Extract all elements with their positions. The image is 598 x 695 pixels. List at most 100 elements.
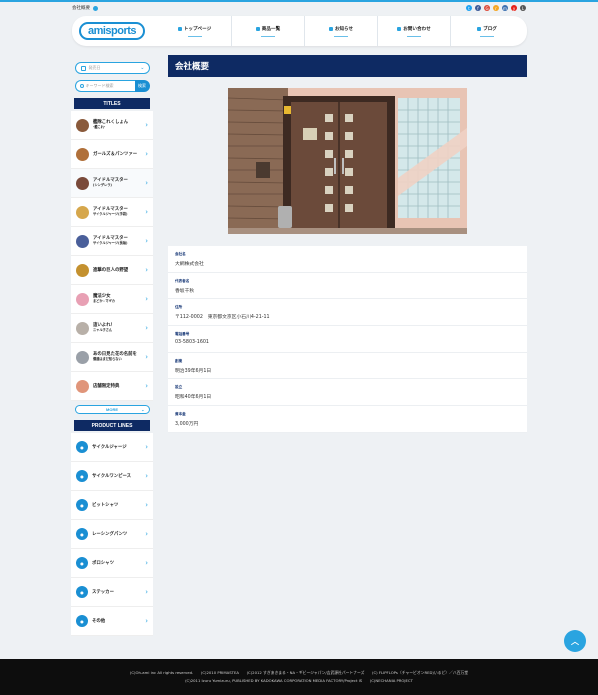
title-text: あの日見た花の名前を 僕達はまだ知らない	[93, 352, 143, 362]
info-row: 創業明治39年6月1日	[168, 353, 527, 380]
titles-heading: TITLES	[74, 98, 150, 109]
page-title: 会社概要	[168, 55, 527, 77]
main-content: 会社概要 会社名 大網株式会社 代表者名 香坂千秋 住所 〒112-0002 東…	[168, 55, 527, 433]
sidebar-title-item[interactable]: 魔法少女 まどか☆マギカ ›	[71, 285, 153, 314]
nav-item[interactable]: 商品一覧	[231, 16, 304, 46]
more-label: MORE	[106, 407, 118, 412]
nav-item[interactable]: お問い合わせ	[377, 16, 450, 46]
nav-item-label: トップページ	[183, 26, 212, 32]
chevron-right-icon: ›	[145, 353, 148, 361]
nav-item-label-wrap: お問い合わせ	[397, 26, 431, 32]
title-sub: まどか☆マギカ	[93, 299, 115, 303]
calendar-icon	[80, 65, 86, 71]
mixi-icon[interactable]: m	[502, 5, 508, 11]
google-plus-icon[interactable]: G	[484, 5, 490, 11]
chevron-right-icon: ›	[145, 324, 148, 332]
sidebar-title-item[interactable]: ガールズ＆パンツァー ›	[71, 140, 153, 169]
info-icon	[328, 26, 333, 31]
site-footer: (C)Oh-ami inc All rights reserved. (C)20…	[0, 659, 598, 695]
onepiece-icon: ●	[76, 470, 88, 482]
title-sub: 僕達はまだ知らない	[93, 357, 122, 361]
product-line-label: サイクルワンピース	[92, 473, 132, 479]
info-value: 昭和40年6月1日	[175, 395, 212, 401]
chevron-right-icon: ›	[145, 150, 148, 158]
info-value: 大網株式会社	[175, 262, 204, 267]
chevron-right-icon: ›	[145, 121, 148, 129]
info-label: 創業	[175, 358, 183, 363]
sidebar-title-item[interactable]: あの日見た花の名前を 僕達はまだ知らない ›	[71, 343, 153, 372]
breadcrumb-current: 会社概要	[72, 6, 90, 11]
pants-icon: ●	[76, 528, 88, 540]
chevron-right-icon: ›	[145, 472, 148, 480]
chevron-right-icon: ›	[145, 237, 148, 245]
sidebar-title-item[interactable]: アイドルマスター サイクルジャージ(手袋) ›	[71, 198, 153, 227]
chevron-right-icon: ›	[145, 295, 148, 303]
info-row: 代表者名 香坂千秋	[168, 273, 527, 300]
search-button[interactable]: 検索	[134, 80, 150, 92]
release-date-placeholder: 発売日	[88, 65, 101, 70]
chevron-right-icon: ›	[145, 266, 148, 274]
product-line-label: その他	[92, 618, 106, 624]
product-line-item[interactable]: ● ビットシャツ ›	[71, 491, 153, 520]
social-links: tfGrmyL	[466, 5, 526, 11]
site-header: amisports トップページ 商品一覧 お知らせ お問い合わせ ブログ	[72, 16, 527, 46]
product-lines-list: ● サイクルジャージ › ● サイクルワンピース › ● ビットシャツ › ● レーシングパンツ › ●…	[71, 433, 153, 636]
facebook-icon[interactable]: f	[475, 5, 481, 11]
product-line-item[interactable]: ● その他 ›	[71, 607, 153, 636]
rss-icon[interactable]: r	[493, 5, 499, 11]
title-avatar	[76, 176, 89, 190]
nav-item-underline	[261, 35, 275, 37]
product-line-item[interactable]: ● レーシングパンツ ›	[71, 520, 153, 549]
product-line-item[interactable]: ● サイクルジャージ ›	[71, 433, 153, 462]
title-sub: ニャル子さん	[93, 328, 113, 332]
title-text: アイドルマスター サイクルジャージ(長袖)	[93, 236, 143, 246]
info-row: 資本金 3,000万円	[168, 406, 527, 433]
nav-item-underline	[480, 35, 494, 37]
title-text: アイドルマスター サイクルジャージ(手袋)	[93, 207, 143, 217]
product-line-label: ビットシャツ	[92, 502, 119, 508]
info-value: 明治39年6月1日	[175, 368, 212, 374]
nav-item-label: お問い合わせ	[403, 26, 431, 32]
search-placeholder: キーワード検索	[85, 83, 114, 88]
twitter-icon[interactable]: t	[466, 5, 472, 11]
title-sub: (シンデレラ)	[93, 183, 112, 187]
title-avatar	[76, 321, 89, 335]
info-label: 資本金	[175, 412, 186, 417]
mail-icon	[397, 26, 402, 31]
page-top-button[interactable]: ︿	[564, 630, 586, 652]
youtube-icon[interactable]: y	[511, 5, 517, 11]
nav-item[interactable]: お知らせ	[304, 16, 377, 46]
nav-item-label: 商品一覧	[261, 26, 281, 32]
more-button[interactable]: MORE ⌄	[74, 405, 150, 414]
chevron-right-icon: ›	[145, 208, 148, 216]
sidebar-title-item[interactable]: 進撃の巨人の野望 ›	[71, 256, 153, 285]
company-info-table: 会社名 大網株式会社 代表者名 香坂千秋 住所 〒112-0002 東京都文京区小石川4-…	[168, 246, 527, 433]
chevron-right-icon: ›	[145, 179, 148, 187]
info-label: 会社名	[175, 252, 186, 256]
sidebar-title-item[interactable]: アイドルマスター (シンデレラ) ›	[71, 169, 153, 198]
line-icon[interactable]: L	[520, 5, 526, 11]
title-text: 這いよれ！ ニャル子さん	[93, 323, 143, 333]
title-text: アイドルマスター (シンデレラ)	[93, 178, 143, 188]
product-line-item[interactable]: ● ステッカー ›	[71, 578, 153, 607]
title-name: 進撃の巨人の野望	[93, 267, 129, 273]
chevron-right-icon: ›	[145, 382, 148, 390]
sidebar-title-item[interactable]: 艦隊これくしょん -艦これ- ›	[71, 111, 153, 140]
sidebar-title-item[interactable]: 這いよれ！ ニャル子さん ›	[71, 314, 153, 343]
site-logo[interactable]: amisports	[79, 22, 145, 40]
sidebar-title-item[interactable]: 店舗限定特典 ›	[71, 372, 153, 401]
nav-item-label-wrap: トップページ	[177, 26, 212, 32]
sidebar-title-item[interactable]: アイドルマスター サイクルジャージ(長袖) ›	[71, 227, 153, 256]
nav-item[interactable]: ブログ	[450, 16, 523, 46]
chevron-down-icon: ⌄	[140, 65, 145, 71]
product-line-item[interactable]: ● ポロシャツ ›	[71, 549, 153, 578]
title-avatar	[76, 350, 89, 364]
search-input[interactable]: キーワード検索	[74, 80, 135, 92]
global-nav: トップページ 商品一覧 お知らせ お問い合わせ ブログ	[158, 16, 523, 46]
nav-item[interactable]: トップページ	[158, 16, 231, 46]
info-row: 設立 昭和40年6月1日	[168, 379, 527, 407]
arrow-up-icon: ︿	[571, 636, 579, 646]
etc-icon: ●	[76, 615, 88, 627]
product-line-item[interactable]: ● サイクルワンピース ›	[71, 462, 153, 491]
release-date-select[interactable]: 発売日 ⌄	[74, 62, 150, 74]
